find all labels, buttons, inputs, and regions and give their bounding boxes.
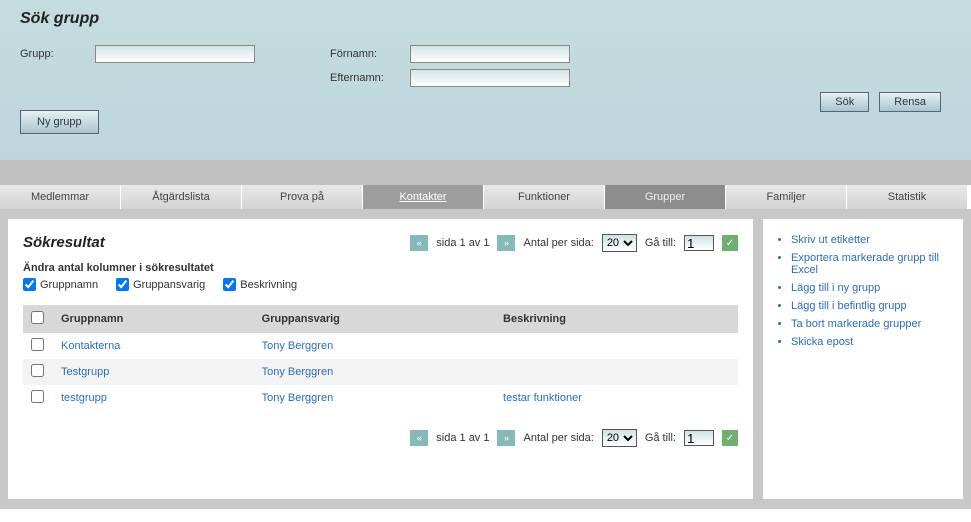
sidebar-list: Skriv ut etiketter Exportera markerade gr… [773,234,953,348]
new-group-button[interactable]: Ny grupp [20,110,99,134]
select-all-checkbox[interactable] [31,311,44,324]
pager-page-text: sida 1 av 1 [436,237,489,249]
search-title: Sök grupp [20,10,951,28]
goto-input[interactable] [684,430,714,446]
sidebar-item: Lägg till i befintlig grupp [791,300,953,312]
per-page-select[interactable]: 20 [602,429,637,447]
sidebar-link[interactable]: Exportera markerade grupp till Excel [791,252,939,276]
responsible-link[interactable]: Tony Berggren [262,366,334,378]
row-checkbox[interactable] [31,364,44,377]
body-area: Sökresultat « sida 1 av 1 » Antal per si… [0,209,971,509]
pager-prev-icon[interactable]: « [410,430,428,446]
per-page-select[interactable]: 20 [602,234,637,252]
firstname-input[interactable] [410,45,570,63]
sidebar-link[interactable]: Lägg till i ny grupp [791,282,880,294]
goto-label: Gå till: [645,237,676,249]
pager-top: « sida 1 av 1 » Antal per sida: 20 Gå ti… [410,234,738,252]
th-responsible[interactable]: Gruppansvarig [254,305,495,333]
tab-familjer[interactable]: Familjer [726,185,847,209]
column-checkboxes: Gruppnamn Gruppansvarig Beskrivning [23,278,738,291]
table-row: Testgrupp Tony Berggren [23,359,738,385]
col-check-responsible[interactable] [116,278,129,291]
sidebar-link[interactable]: Lägg till i befintlig grupp [791,300,907,312]
th-description[interactable]: Beskrivning [495,305,738,333]
search-button[interactable]: Sök [820,92,869,112]
group-label: Grupp: [20,48,95,60]
sidebar-link[interactable]: Ta bort markerade grupper [791,318,921,330]
form-group-left: Grupp: [20,45,255,69]
tab-åtgärdslista[interactable]: Åtgärdslista [121,185,242,209]
tab-funktioner[interactable]: Funktioner [484,185,605,209]
group-link[interactable]: Testgrupp [61,366,109,378]
group-input[interactable] [95,45,255,63]
col-check-responsible-label: Gruppansvarig [133,279,205,291]
table-row: testgrupp Tony Berggren testar funktioner [23,385,738,411]
content-panel: Sökresultat « sida 1 av 1 » Antal per si… [8,219,753,499]
separator-bar [0,160,971,185]
col-check-groupname-label: Gruppnamn [40,279,98,291]
group-link[interactable]: testgrupp [61,392,107,404]
row-checkbox[interactable] [31,338,44,351]
pager-bottom: « sida 1 av 1 » Antal per sida: 20 Gå ti… [410,429,738,447]
pager-page-text: sida 1 av 1 [436,432,489,444]
search-buttons: Sök Rensa [820,92,941,112]
tab-prova på[interactable]: Prova på [242,185,363,209]
goto-button-icon[interactable]: ✓ [722,235,738,251]
sidebar-item: Exportera markerade grupp till Excel [791,252,953,276]
responsible-link[interactable]: Tony Berggren [262,392,334,404]
lastname-label: Efternamn: [330,72,410,84]
sidebar-link[interactable]: Skicka epost [791,336,853,348]
columns-caption: Ändra antal kolumner i sökresultatet [23,262,738,274]
sidebar-item: Skriv ut etiketter [791,234,953,246]
sidebar-item: Ta bort markerade grupper [791,318,953,330]
clear-button[interactable]: Rensa [879,92,941,112]
tab-statistik[interactable]: Statistik [847,185,968,209]
per-page-label: Antal per sida: [523,432,593,444]
form-group-mid: Förnamn: Efternamn: [330,45,570,93]
search-panel: Sök grupp Grupp: Förnamn: Efternamn: Ny … [0,0,971,160]
sidebar-item: Lägg till i ny grupp [791,282,953,294]
pager-next-icon[interactable]: » [497,235,515,251]
tab-kontakter[interactable]: Kontakter [363,185,484,209]
lastname-input[interactable] [410,69,570,87]
th-groupname[interactable]: Gruppnamn [53,305,254,333]
tab-bar: MedlemmarÅtgärdslistaProva påKontakterFu… [0,185,971,209]
col-check-description[interactable] [223,278,236,291]
group-link[interactable]: Kontakterna [61,340,120,352]
responsible-link[interactable]: Tony Berggren [262,340,334,352]
sidebar: Skriv ut etiketter Exportera markerade gr… [763,219,963,499]
pager-prev-icon[interactable]: « [410,235,428,251]
firstname-label: Förnamn: [330,48,410,60]
pager-next-icon[interactable]: » [497,430,515,446]
per-page-label: Antal per sida: [523,237,593,249]
col-check-groupname[interactable] [23,278,36,291]
row-checkbox[interactable] [31,390,44,403]
results-table: Gruppnamn Gruppansvarig Beskrivning Kont… [23,305,738,411]
sidebar-link[interactable]: Skriv ut etiketter [791,234,870,246]
description-link[interactable]: testar funktioner [503,392,582,404]
table-row: Kontakterna Tony Berggren [23,333,738,359]
goto-input[interactable] [684,235,714,251]
goto-label: Gå till: [645,432,676,444]
tab-grupper[interactable]: Grupper [605,185,726,209]
tab-medlemmar[interactable]: Medlemmar [0,185,121,209]
goto-button-icon[interactable]: ✓ [722,430,738,446]
col-check-description-label: Beskrivning [240,279,297,291]
sidebar-item: Skicka epost [791,336,953,348]
